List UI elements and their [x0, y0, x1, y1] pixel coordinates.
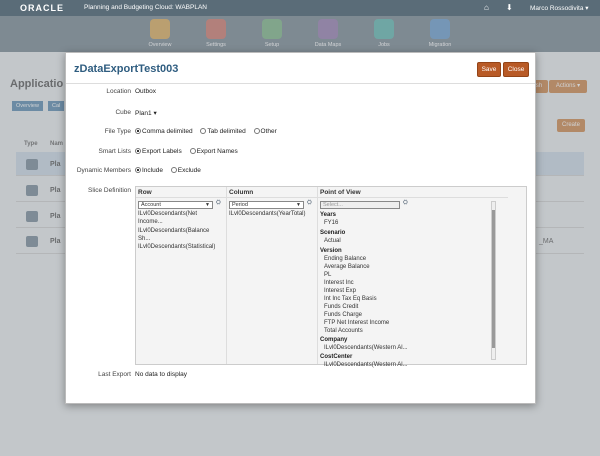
column-header: Column [227, 187, 317, 198]
pov-member[interactable]: Total Accounts [324, 328, 363, 334]
column-dimension-select[interactable]: Period ▼ [229, 201, 304, 209]
pov-member[interactable]: Ending Balance [324, 256, 366, 262]
member-selector-icon[interactable]: ⛭ [216, 200, 224, 207]
export-labels-radio[interactable]: Export Labels [135, 148, 182, 155]
pov-scrollbar[interactable] [491, 201, 496, 360]
member-selector-icon[interactable]: ⛭ [307, 200, 315, 207]
pov-member[interactable]: FTP Net Interest Income [324, 320, 389, 326]
row-member[interactable]: Sh... [138, 236, 150, 242]
pov-member[interactable]: ILvl0Descendants(Western Al... [324, 362, 408, 368]
filetype-radio-group: Comma delimited Tab delimited Other [135, 128, 283, 135]
chevron-down-icon: ▼ [296, 202, 301, 208]
top-bar: ORACLE Planning and Budgeting Cloud: WAB… [0, 0, 600, 16]
pov-dimension: Scenario [320, 230, 346, 236]
pov-member[interactable]: Average Balance [324, 264, 370, 270]
include-radio[interactable]: Include [135, 167, 163, 174]
save-button[interactable]: Save [477, 62, 501, 77]
row-dimension-select[interactable]: Account ▼ [138, 201, 213, 209]
radio-icon [170, 167, 177, 173]
pov-axis: Point of View Select... ⛭ Years FY16 Sce… [318, 187, 508, 368]
chevron-down-icon: ▾ [153, 110, 157, 117]
row-member[interactable]: ILvl0Descendants(Balance [138, 228, 209, 234]
cube-select[interactable]: Plan1 ▾ [135, 109, 157, 117]
dynmembers-label: Dynamic Members [76, 167, 131, 174]
row-axis: Row Account ▼ ⛭ ILvl0Descendants(Net Inco… [136, 187, 227, 364]
data-export-dialog: zDataExportTest003 Save Close Location O… [65, 52, 536, 404]
radio-icon [200, 128, 207, 134]
row-header: Row [136, 187, 226, 198]
dynmembers-radio-group: Include Exclude [135, 167, 207, 174]
title-divider [66, 83, 535, 84]
slice-label: Slice Definition [88, 187, 131, 194]
pov-member[interactable]: PL [324, 272, 331, 278]
pov-member[interactable]: Interest Exp [324, 288, 356, 294]
pov-dimension: CostCenter [320, 354, 353, 360]
pov-header: Point of View [318, 187, 508, 198]
lastexport-value: No data to display [135, 371, 188, 378]
pov-member[interactable]: Interest Inc [324, 280, 354, 286]
pov-member[interactable]: FY16 [324, 220, 338, 226]
pov-member[interactable]: ILvl0Descendants(Western Al... [324, 345, 408, 351]
filetype-label: File Type [104, 128, 131, 135]
row-member[interactable]: ILvl0Descendants(Statistical) [138, 244, 215, 250]
member-selector-icon[interactable]: ⛭ [403, 200, 411, 207]
slice-definition-panel: Row Account ▼ ⛭ ILvl0Descendants(Net Inco… [135, 186, 527, 368]
filetype-tab-radio[interactable]: Tab delimited [200, 128, 246, 135]
oracle-logo: ORACLE [20, 3, 64, 13]
pov-dimension-select[interactable]: Select... [320, 201, 400, 209]
pov-dimension: Company [320, 337, 348, 343]
pov-member[interactable]: Int Inc Tax Eq Basis [324, 296, 377, 302]
filetype-comma-radio[interactable]: Comma delimited [135, 128, 193, 135]
filetype-other-radio[interactable]: Other [253, 128, 277, 135]
radio-selected-icon [135, 167, 141, 173]
pov-member[interactable]: Funds Credit [324, 304, 358, 310]
radio-selected-icon [135, 148, 141, 154]
location-value: Outbox [135, 88, 156, 95]
smartlists-radio-group: Export Labels Export Names [135, 148, 244, 155]
pov-dimension: Version [320, 248, 342, 254]
pov-dimension: Years [320, 212, 337, 218]
chevron-down-icon: ▼ [205, 202, 210, 208]
radio-selected-icon [135, 128, 141, 134]
lastexport-label: Last Export [98, 371, 131, 378]
download-icon[interactable]: ⬇ [506, 3, 513, 12]
scrollbar-thumb[interactable] [492, 210, 495, 348]
location-label: Location [106, 88, 131, 95]
column-member[interactable]: ILvl0Descendants(YearTotal) [229, 211, 306, 217]
row-member[interactable]: ILvl0Descendants(Net [138, 211, 197, 217]
app-title: Planning and Budgeting Cloud: WABPLAN [84, 4, 207, 11]
home-icon[interactable]: ⌂ [484, 3, 489, 12]
pov-member[interactable]: Actual [324, 238, 341, 244]
user-menu[interactable]: Marco Rossodivita ▾ [530, 4, 589, 12]
row-member[interactable]: Income... [138, 219, 163, 225]
export-names-radio[interactable]: Export Names [189, 148, 238, 155]
dialog-title: zDataExportTest003 [74, 63, 179, 75]
pov-member[interactable]: Funds Charge [324, 312, 362, 318]
close-button[interactable]: Close [503, 62, 529, 77]
column-axis: Column Period ▼ ⛭ ILvl0Descendants(YearTo… [227, 187, 318, 364]
radio-icon [253, 128, 260, 134]
radio-icon [189, 148, 196, 154]
smartlists-label: Smart Lists [98, 148, 131, 155]
exclude-radio[interactable]: Exclude [170, 167, 201, 174]
cube-label: Cube [115, 109, 131, 116]
